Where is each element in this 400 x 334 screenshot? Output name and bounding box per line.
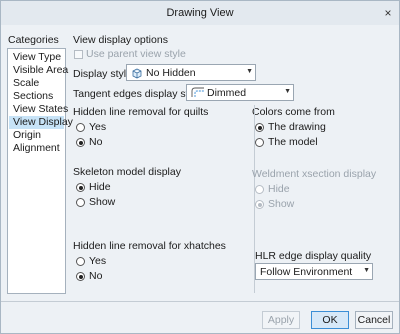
category-view-type[interactable]: View Type bbox=[9, 51, 64, 64]
tangent-edges-select[interactable]: Dimmed ▼ bbox=[186, 84, 294, 101]
display-style-value: No Hidden bbox=[146, 67, 196, 79]
window-title: Drawing View bbox=[166, 7, 234, 19]
category-sections[interactable]: Sections bbox=[9, 90, 64, 103]
hidden-quilts-no-label: No bbox=[89, 136, 103, 148]
chevron-down-icon: ▼ bbox=[363, 267, 370, 274]
hlr-quality-label: HLR edge display quality bbox=[255, 250, 372, 262]
hidden-quilts-yes-radio[interactable] bbox=[76, 123, 85, 132]
tangent-edge-icon bbox=[191, 87, 204, 97]
colors-drawing-radio[interactable] bbox=[255, 123, 264, 132]
cube-icon bbox=[132, 68, 142, 79]
ok-button[interactable]: OK bbox=[311, 311, 349, 329]
category-scale[interactable]: Scale bbox=[9, 77, 64, 90]
weldment-show-label: Show bbox=[268, 198, 295, 210]
skeleton-hide-radio[interactable] bbox=[76, 183, 85, 192]
cancel-button[interactable]: Cancel bbox=[355, 311, 393, 329]
hidden-xhatches-label: Hidden line removal for xhatches bbox=[73, 240, 226, 252]
hidden-quilts-yes-label: Yes bbox=[89, 121, 107, 133]
drawing-view-dialog: Drawing View × Categories View Type Visi… bbox=[0, 0, 400, 334]
category-origin[interactable]: Origin bbox=[9, 129, 64, 142]
colors-model-label: The model bbox=[268, 136, 318, 148]
footer-divider bbox=[1, 301, 399, 302]
tangent-edges-value: Dimmed bbox=[207, 87, 247, 99]
categories-label: Categories bbox=[8, 34, 59, 46]
weldment-show-radio[interactable] bbox=[255, 200, 264, 209]
weldment-hide-label: Hide bbox=[268, 183, 290, 195]
hidden-xhatches-no-label: No bbox=[89, 270, 103, 282]
weldment-hide-radio[interactable] bbox=[255, 185, 264, 194]
tangent-edges-label: Tangent edges display style bbox=[73, 88, 202, 100]
chevron-down-icon: ▼ bbox=[284, 88, 291, 95]
colors-drawing-label: The drawing bbox=[268, 121, 326, 133]
use-parent-checkbox[interactable] bbox=[74, 50, 83, 59]
hlr-quality-value: Follow Environment bbox=[260, 266, 353, 278]
title-bar: Drawing View × bbox=[1, 1, 399, 25]
hlr-quality-select[interactable]: Follow Environment ▼ bbox=[255, 263, 373, 280]
hidden-xhatches-yes-radio[interactable] bbox=[76, 257, 85, 266]
apply-button[interactable]: Apply bbox=[262, 311, 300, 329]
display-style-select[interactable]: No Hidden ▼ bbox=[126, 64, 256, 81]
skeleton-hide-label: Hide bbox=[89, 181, 111, 193]
display-style-label: Display style bbox=[73, 68, 132, 80]
category-view-states[interactable]: View States bbox=[9, 103, 68, 116]
colors-from-label: Colors come from bbox=[252, 106, 335, 118]
weldment-label: Weldment xsection display bbox=[252, 168, 377, 180]
skeleton-show-radio[interactable] bbox=[76, 198, 85, 207]
chevron-down-icon: ▼ bbox=[246, 68, 253, 75]
options-heading: View display options bbox=[73, 34, 168, 46]
category-alignment[interactable]: Alignment bbox=[9, 142, 64, 155]
category-view-display[interactable]: View Display bbox=[9, 116, 73, 129]
close-icon[interactable]: × bbox=[380, 5, 396, 21]
categories-list[interactable]: View Type Visible Area Scale Sections Vi… bbox=[7, 48, 73, 294]
skeleton-label: Skeleton model display bbox=[73, 166, 181, 178]
hidden-xhatches-yes-label: Yes bbox=[89, 255, 107, 267]
use-parent-label: Use parent view style bbox=[86, 48, 186, 60]
category-visible-area[interactable]: Visible Area bbox=[9, 64, 68, 77]
hidden-quilts-no-radio[interactable] bbox=[76, 138, 85, 147]
hidden-xhatches-no-radio[interactable] bbox=[76, 272, 85, 281]
colors-model-radio[interactable] bbox=[255, 138, 264, 147]
skeleton-show-label: Show bbox=[89, 196, 116, 208]
hidden-quilts-label: Hidden line removal for quilts bbox=[73, 106, 209, 118]
